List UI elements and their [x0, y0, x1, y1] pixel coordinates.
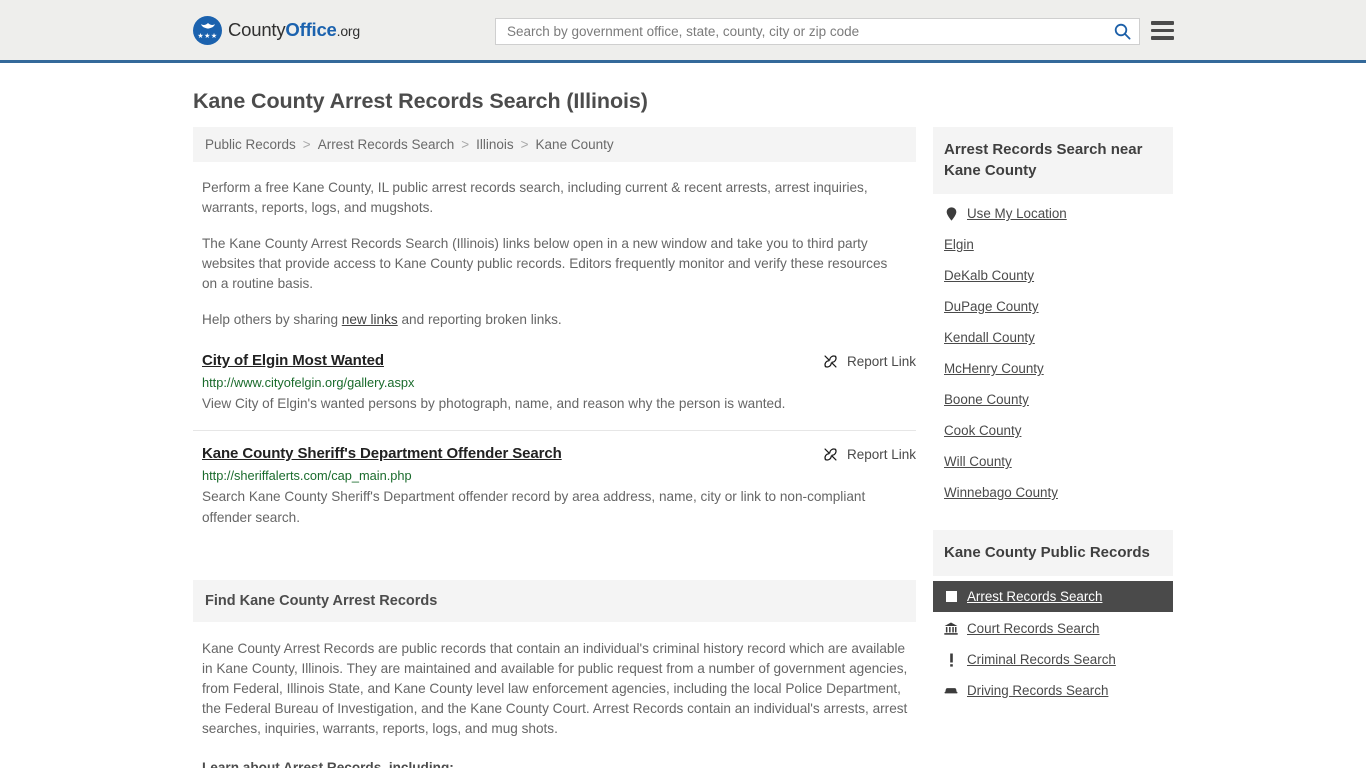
sidebar-item-arrest-records-search[interactable]: Arrest Records Search: [933, 581, 1173, 612]
report-link-button[interactable]: Report Link: [823, 352, 916, 369]
broken-link-icon: [824, 355, 837, 368]
resource-link-header: City of Elgin Most Wanted Report Link: [202, 352, 916, 369]
sidebar-item-driving-records-search[interactable]: Driving Records Search: [933, 675, 1173, 706]
resource-link-title[interactable]: Kane County Sheriff's Department Offende…: [202, 445, 562, 462]
breadcrumb-separator: >: [302, 137, 311, 152]
resource-link-url[interactable]: http://sheriffalerts.com/cap_main.php: [202, 468, 916, 483]
public-records-heading: Kane County Public Records: [933, 530, 1173, 576]
breadcrumb-item-illinois[interactable]: Illinois: [476, 137, 514, 152]
resource-link-description: Search Kane County Sheriff's Department …: [202, 489, 866, 525]
map-pin-icon: [944, 206, 958, 221]
sidebar-item-label: Winnebago County: [944, 485, 1058, 500]
countyoffice-eagle-logo-icon: ★★★: [193, 15, 222, 45]
resource-link-item: Kane County Sheriff's Department Offende…: [193, 430, 916, 536]
sidebar-item-cook-county[interactable]: Cook County: [933, 415, 1173, 446]
main-column: Public Records > Arrest Records Search >…: [193, 127, 916, 768]
sidebar-item-boone-county[interactable]: Boone County: [933, 384, 1173, 415]
sidebar: Arrest Records Search near Kane County U…: [933, 127, 1173, 728]
nearby-searches-card: Arrest Records Search near Kane County U…: [933, 127, 1173, 508]
page-title: Kane County Arrest Records Search (Illin…: [193, 89, 648, 113]
search-icon: [1114, 23, 1131, 40]
report-link-label: Report Link: [846, 447, 916, 462]
sidebar-item-elgin[interactable]: Elgin: [933, 229, 1173, 260]
learn-about-heading: Learn about Arrest Records, including:: [202, 760, 454, 768]
search-bar[interactable]: [495, 18, 1140, 45]
breadcrumb-item-public-records[interactable]: Public Records: [205, 137, 296, 152]
sidebar-item-mchenry-county[interactable]: McHenry County: [933, 353, 1173, 384]
share-text-before: Help others by sharing: [202, 312, 342, 327]
site-logo[interactable]: ★★★ CountyOffice.org: [193, 15, 360, 45]
new-links-link[interactable]: new links: [342, 312, 398, 327]
resource-link-title[interactable]: City of Elgin Most Wanted: [202, 352, 384, 369]
resource-link-url[interactable]: http://www.cityofelgin.org/gallery.aspx: [202, 375, 916, 390]
public-records-list: Arrest Records Search Court Records Sear…: [933, 576, 1173, 706]
broken-link-icon: [824, 448, 837, 461]
logo-text-office: Office: [285, 19, 337, 40]
find-records-body: Kane County Arrest Records are public re…: [193, 639, 916, 768]
sidebar-item-use-my-location[interactable]: Use My Location: [933, 198, 1173, 229]
report-link-button[interactable]: Report Link: [823, 445, 916, 462]
resource-link-description: View City of Elgin's wanted persons by p…: [202, 396, 786, 411]
hamburger-bar: [1151, 36, 1174, 40]
nearby-searches-list: Use My Location Elgin DeKalb County DuPa…: [933, 194, 1173, 508]
car-icon: [944, 684, 958, 698]
content-columns: Public Records > Arrest Records Search >…: [193, 127, 1173, 768]
sidebar-item-dupage-county[interactable]: DuPage County: [933, 291, 1173, 322]
logo-stars: ★★★: [197, 32, 218, 40]
find-records-paragraph: Kane County Arrest Records are public re…: [202, 641, 908, 736]
sidebar-item-kendall-county[interactable]: Kendall County: [933, 322, 1173, 353]
share-text-after: and reporting broken links.: [397, 312, 562, 327]
sidebar-item-label: Kendall County: [944, 330, 1035, 345]
breadcrumb-item-kane-county[interactable]: Kane County: [536, 137, 614, 152]
sidebar-item-label: Elgin: [944, 237, 974, 252]
breadcrumb-separator: >: [520, 137, 529, 152]
resource-link-list: City of Elgin Most Wanted Report Link ht…: [193, 352, 916, 536]
hamburger-menu-icon[interactable]: [1151, 21, 1174, 40]
exclamation-icon: [944, 653, 958, 667]
sidebar-item-label: Will County: [944, 454, 1012, 469]
hamburger-bar: [1151, 28, 1174, 32]
sidebar-item-court-records-search[interactable]: Court Records Search: [933, 613, 1173, 644]
breadcrumb: Public Records > Arrest Records Search >…: [193, 127, 916, 162]
sidebar-item-label: Boone County: [944, 392, 1029, 407]
sidebar-item-label: Driving Records Search: [967, 683, 1109, 698]
sidebar-item-dekalb-county[interactable]: DeKalb County: [933, 260, 1173, 291]
sidebar-item-label: Criminal Records Search: [967, 652, 1116, 667]
eagle-icon: [200, 22, 215, 29]
logo-wordmark: CountyOffice.org: [228, 19, 360, 41]
breadcrumb-separator: >: [461, 137, 470, 152]
sidebar-item-label: DuPage County: [944, 299, 1039, 314]
sidebar-item-criminal-records-search[interactable]: Criminal Records Search: [933, 644, 1173, 675]
sidebar-item-will-county[interactable]: Will County: [933, 446, 1173, 477]
sidebar-item-label: Use My Location: [967, 206, 1067, 221]
search-input[interactable]: [496, 19, 1105, 44]
page-container: Kane County Arrest Records Search (Illin…: [0, 89, 1366, 768]
arrest-record-icon: [944, 590, 958, 604]
logo-text-county: County: [228, 19, 286, 40]
sidebar-item-winnebago-county[interactable]: Winnebago County: [933, 477, 1173, 508]
resource-link-header: Kane County Sheriff's Department Offende…: [202, 445, 916, 462]
intro-paragraph-1: Perform a free Kane County, IL public ar…: [202, 180, 868, 215]
find-records-heading: Find Kane County Arrest Records: [193, 580, 916, 622]
sidebar-item-label: Arrest Records Search: [967, 589, 1103, 604]
sidebar-item-label: Cook County: [944, 423, 1022, 438]
resource-link-item: City of Elgin Most Wanted Report Link ht…: [193, 352, 916, 422]
breadcrumb-item-arrest-records-search[interactable]: Arrest Records Search: [318, 137, 455, 152]
search-button[interactable]: [1105, 19, 1139, 44]
intro-paragraph-3: Help others by sharing new links and rep…: [202, 310, 902, 330]
report-link-label: Report Link: [846, 354, 916, 369]
nearby-searches-heading: Arrest Records Search near Kane County: [933, 127, 1173, 194]
sidebar-item-label: DeKalb County: [944, 268, 1035, 283]
hamburger-bar: [1151, 21, 1174, 25]
courthouse-icon: [944, 622, 958, 636]
sidebar-item-label: McHenry County: [944, 361, 1044, 376]
public-records-card: Kane County Public Records Arrest Record…: [933, 530, 1173, 706]
sidebar-item-label: Court Records Search: [967, 621, 1100, 636]
intro-paragraph-2: The Kane County Arrest Records Search (I…: [202, 236, 888, 291]
logo-text-org: .org: [336, 23, 361, 39]
site-header: ★★★ CountyOffice.org: [0, 0, 1366, 63]
